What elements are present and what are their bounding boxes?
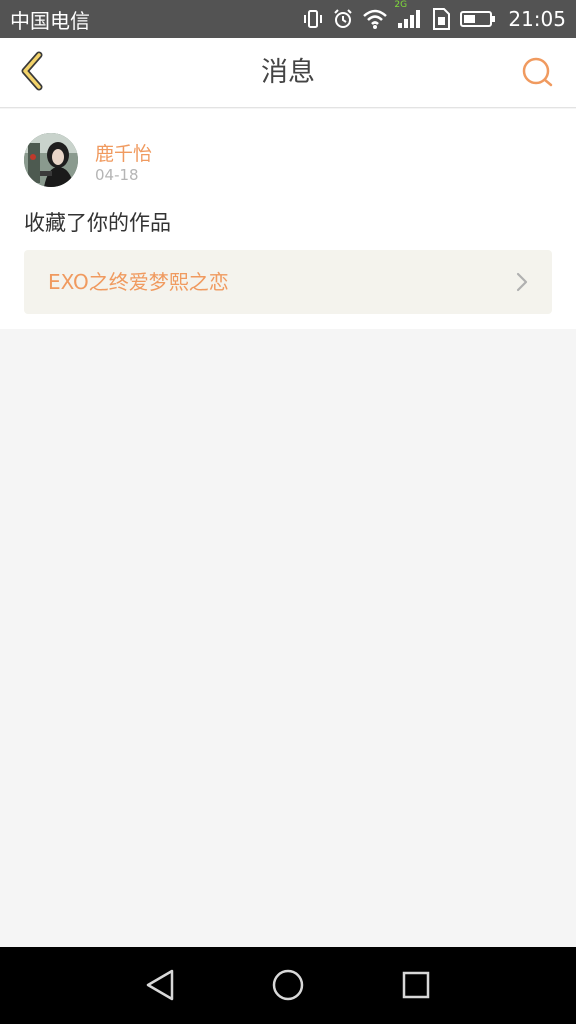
system-home-button[interactable] xyxy=(268,967,308,1007)
message-item: 鹿千怡 04-18 收藏了你的作品 EXO之终爱梦熙之恋 xyxy=(0,109,576,329)
carrier-name: 中国电信 xyxy=(10,8,90,33)
clock: 21:05 xyxy=(508,7,566,31)
empty-content-area xyxy=(0,329,576,947)
page-title: 消息 xyxy=(261,57,315,88)
work-link[interactable]: EXO之终爱梦熙之恋 xyxy=(24,250,552,314)
message-text: 收藏了你的作品 xyxy=(24,211,171,235)
chevron-right-icon xyxy=(516,272,528,296)
battery-icon xyxy=(460,9,496,29)
status-icons: 2G 21:05 xyxy=(302,0,566,31)
square-recents-icon xyxy=(401,970,431,1004)
triangle-back-icon xyxy=(144,968,176,1006)
circle-home-icon xyxy=(271,968,305,1006)
search-icon xyxy=(520,55,554,93)
wifi-icon xyxy=(362,8,388,30)
app-header: 消息 xyxy=(0,38,576,108)
avatar[interactable] xyxy=(24,133,78,187)
cellular-signal-icon: 2G xyxy=(394,0,422,30)
status-bar: 中国电信 2G 21:05 xyxy=(0,0,576,38)
network-type-label: 2G xyxy=(394,0,408,10)
sender-name[interactable]: 鹿千怡 xyxy=(95,139,152,166)
work-title: EXO之终爱梦熙之恋 xyxy=(48,270,229,294)
message-date: 04-18 xyxy=(95,166,139,184)
alarm-icon xyxy=(332,8,354,30)
vibrate-icon xyxy=(302,8,324,30)
system-back-button[interactable] xyxy=(140,967,180,1007)
system-recents-button[interactable] xyxy=(396,967,436,1007)
sim-card-icon xyxy=(430,7,452,31)
system-navigation-bar xyxy=(0,947,576,1024)
search-button[interactable] xyxy=(518,56,556,92)
